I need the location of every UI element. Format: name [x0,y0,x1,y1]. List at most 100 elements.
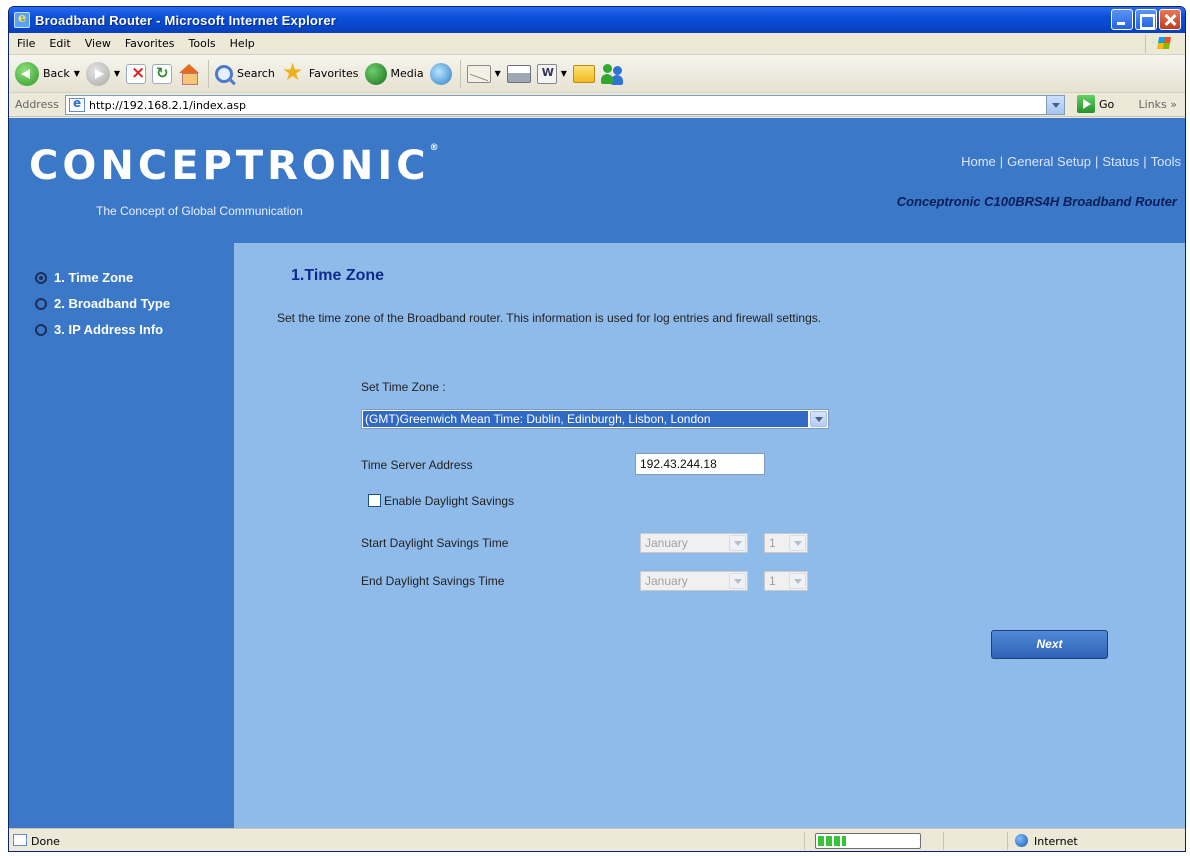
end-day-value: 1 [769,574,776,588]
start-daylight-label: Start Daylight Savings Time [361,536,509,550]
menu-view[interactable]: View [85,37,111,50]
browser-window: Broadband Router - Microsoft Internet Ex… [8,6,1186,852]
conceptronic-logo: CONCEPTRONIC® [29,143,439,189]
address-field[interactable]: http://192.168.2.1/index.asp [65,95,1065,115]
status-divider [804,832,805,850]
forward-dropdown-icon[interactable]: ▼ [114,69,120,78]
radio-icon-checked [35,271,47,284]
title-bar: Broadband Router - Microsoft Internet Ex… [9,7,1185,33]
internet-globe-icon [1015,834,1028,847]
end-day-select[interactable]: 1 [764,571,808,591]
forward-button[interactable]: ▼ [85,59,120,89]
menu-tools[interactable]: Tools [189,37,216,50]
menu-edit[interactable]: Edit [49,37,70,50]
nav-home[interactable]: Home [961,154,996,169]
wizard-sidebar: 1. Time Zone 2. Broadband Type 3. IP Add… [9,243,234,828]
time-server-input[interactable]: 192.43.244.18 [635,453,765,475]
nav-status[interactable]: Status [1102,154,1139,169]
time-zone-value: (GMT)Greenwich Mean Time: Dublin, Edinbu… [363,411,808,427]
folder-button[interactable] [572,59,595,89]
end-month-value: January [645,574,688,588]
progress-fill [818,836,846,846]
edit-dropdown-icon[interactable]: ▼ [561,69,567,78]
go-arrow-icon [1077,95,1095,113]
start-month-select[interactable]: January [640,533,748,553]
address-label: Address [15,98,59,111]
toolbar: Back ▼ ▼ Search Favorites Media [9,55,1185,93]
set-time-zone-label: Set Time Zone : [361,380,446,394]
favorites-button[interactable]: Favorites [281,58,359,89]
mail-dropdown-icon[interactable]: ▼ [495,69,501,78]
nav-general-setup[interactable]: General Setup [1007,154,1091,169]
print-button[interactable] [506,59,531,89]
radio-icon [35,323,47,336]
status-divider [943,832,944,850]
maximize-button[interactable] [1135,9,1157,30]
security-zone: Internet [1034,835,1078,848]
refresh-button[interactable] [152,59,173,89]
menu-bar: File Edit View Favorites Tools Help [9,33,1185,55]
edit-button[interactable]: ▼ [536,59,567,89]
time-zone-select[interactable]: (GMT)Greenwich Mean Time: Dublin, Edinbu… [361,409,829,429]
ie-icon [14,11,30,28]
logo-text: CONCEPTRONIC [29,143,430,189]
minimize-button[interactable] [1111,9,1133,30]
links-button[interactable]: Links » [1139,98,1177,111]
chevron-down-icon [729,535,746,551]
chevron-down-icon [729,573,746,589]
home-button[interactable] [178,59,200,89]
end-daylight-label: End Daylight Savings Time [361,574,505,588]
nav-divider: | [1143,154,1147,169]
back-label: Back [43,67,70,80]
daylight-savings-label: Enable Daylight Savings [384,494,515,508]
windows-logo-icon [1145,35,1179,53]
progress-bar [815,833,921,849]
search-button[interactable]: Search [215,59,275,89]
back-dropdown-icon[interactable]: ▼ [74,69,80,78]
chevron-down-icon [789,573,806,589]
page-content: CONCEPTRONIC® The Concept of Global Comm… [9,118,1185,828]
start-day-value: 1 [769,536,776,550]
go-label: Go [1099,97,1115,111]
go-button[interactable]: Go [1073,95,1114,113]
status-divider [1007,832,1008,850]
refresh-icon [152,63,173,84]
address-bar: Address http://192.168.2.1/index.asp Go … [9,93,1185,117]
stop-button[interactable] [126,59,147,89]
nav-tools[interactable]: Tools [1151,154,1181,169]
home-icon [178,63,200,85]
menu-help[interactable]: Help [230,37,255,50]
radio-icon [35,297,47,310]
toolbar-separator [459,59,461,88]
nav-divider: | [999,154,1004,169]
media-label: Media [390,67,424,80]
page-icon [69,96,85,112]
page-title: 1.Time Zone [291,267,385,284]
messenger-button[interactable] [600,59,625,89]
media-button[interactable]: Media [364,59,424,89]
close-button[interactable] [1159,9,1181,30]
sidebar-item-ip-address-info[interactable]: 3. IP Address Info [35,322,163,337]
stop-icon [126,63,147,84]
mail-button[interactable]: ▼ [466,59,501,89]
chevron-down-icon [789,535,806,551]
favorites-label: Favorites [308,67,359,80]
end-month-select[interactable]: January [640,571,748,591]
sidebar-item-broadband-type[interactable]: 2. Broadband Type [35,296,170,311]
start-day-select[interactable]: 1 [764,533,808,553]
time-server-label: Time Server Address [361,458,473,472]
menu-file[interactable]: File [17,37,35,50]
router-header: CONCEPTRONIC® The Concept of Global Comm… [9,118,1185,243]
daylight-savings-checkbox[interactable] [368,494,381,507]
history-button[interactable] [429,59,452,89]
address-dropdown-icon[interactable] [1046,96,1064,114]
print-icon [506,64,531,83]
back-button[interactable]: Back ▼ [15,59,80,89]
back-arrow-icon [15,61,39,86]
next-button[interactable]: Next [991,630,1108,659]
menu-favorites[interactable]: Favorites [125,37,175,50]
media-icon [364,62,387,85]
sidebar-item-time-zone[interactable]: 1. Time Zone [35,270,133,285]
chevron-down-icon[interactable] [810,411,827,427]
address-url[interactable]: http://192.168.2.1/index.asp [89,99,246,112]
